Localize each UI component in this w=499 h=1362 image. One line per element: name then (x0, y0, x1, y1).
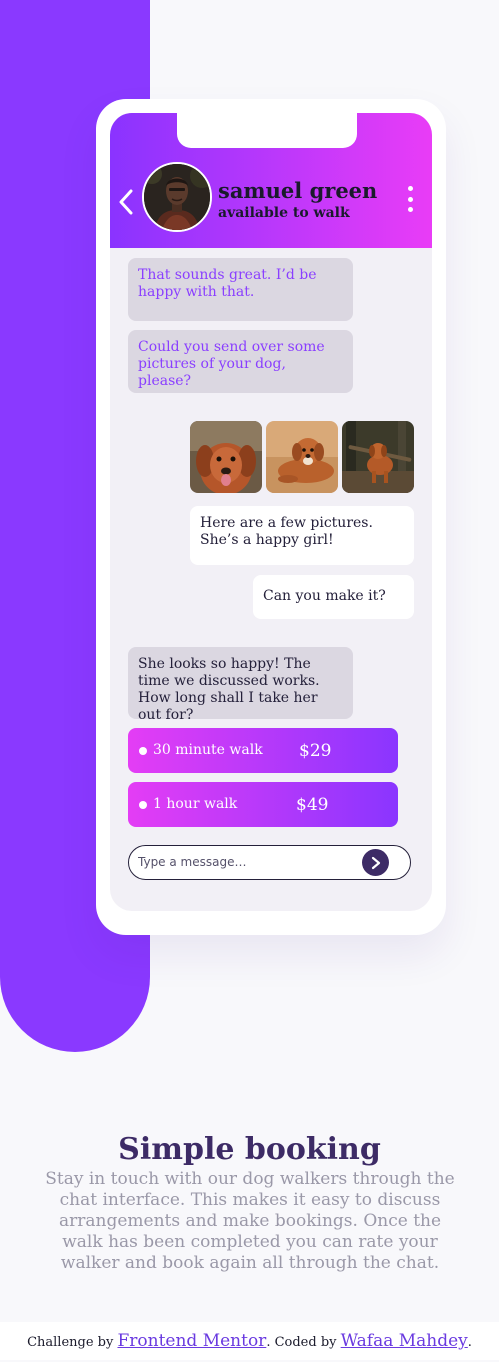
walk-option-price: $49 (296, 794, 329, 815)
outgoing-message: Here are a few pictures. She’s a happy g… (190, 506, 414, 565)
walk-option-1-hour[interactable]: 1 hour walk $49 (128, 782, 398, 827)
dog-photo-stick[interactable] (342, 421, 414, 493)
footer-suffix: . (467, 1335, 472, 1350)
phone-notch (177, 113, 357, 148)
chat-header: samuel green available to walk (110, 113, 432, 248)
frontend-mentor-link[interactable]: Frontend Mentor (117, 1331, 266, 1351)
dog-photo-closeup[interactable] (190, 421, 262, 493)
chevron-left-icon[interactable] (118, 188, 134, 216)
incoming-message: She looks so happy! The time we discusse… (128, 647, 353, 723)
walk-option-label: 30 minute walk (153, 742, 263, 758)
footer-prefix: Challenge by (27, 1335, 114, 1350)
incoming-message: Could you send over some pictures of you… (128, 330, 353, 393)
walk-option-price: $29 (299, 740, 332, 761)
section-title: Simple booking (118, 1132, 381, 1167)
contact-name: samuel green (218, 178, 378, 203)
walk-option-label: 1 hour walk (153, 796, 238, 812)
footer-middle: . Coded by (266, 1335, 337, 1350)
outgoing-message: Can you make it? (253, 575, 414, 619)
send-button[interactable] (362, 849, 389, 876)
message-input[interactable] (138, 851, 358, 873)
section-description: Stay in touch with our dog walkers throu… (45, 1169, 455, 1273)
dog-photo-lying[interactable] (266, 421, 338, 493)
incoming-message: That sounds great. I’d be happy with tha… (128, 258, 353, 321)
phone-screen: samuel green available to walk That soun… (110, 113, 432, 911)
radio-icon (139, 800, 147, 809)
author-link[interactable]: Wafaa Mahdey (341, 1331, 468, 1351)
photo-attachments (190, 421, 414, 493)
avatar (142, 162, 212, 232)
contact-status: available to walk (218, 205, 350, 221)
attribution-footer: Challenge by Frontend Mentor. Coded by W… (0, 1322, 499, 1360)
walk-option-30-minute[interactable]: 30 minute walk $29 (128, 728, 398, 773)
more-vertical-icon[interactable] (399, 186, 421, 212)
message-input-box (128, 845, 411, 880)
radio-icon (139, 746, 147, 755)
phone-mockup: samuel green available to walk That soun… (96, 99, 446, 935)
chevron-right-icon (371, 856, 380, 869)
